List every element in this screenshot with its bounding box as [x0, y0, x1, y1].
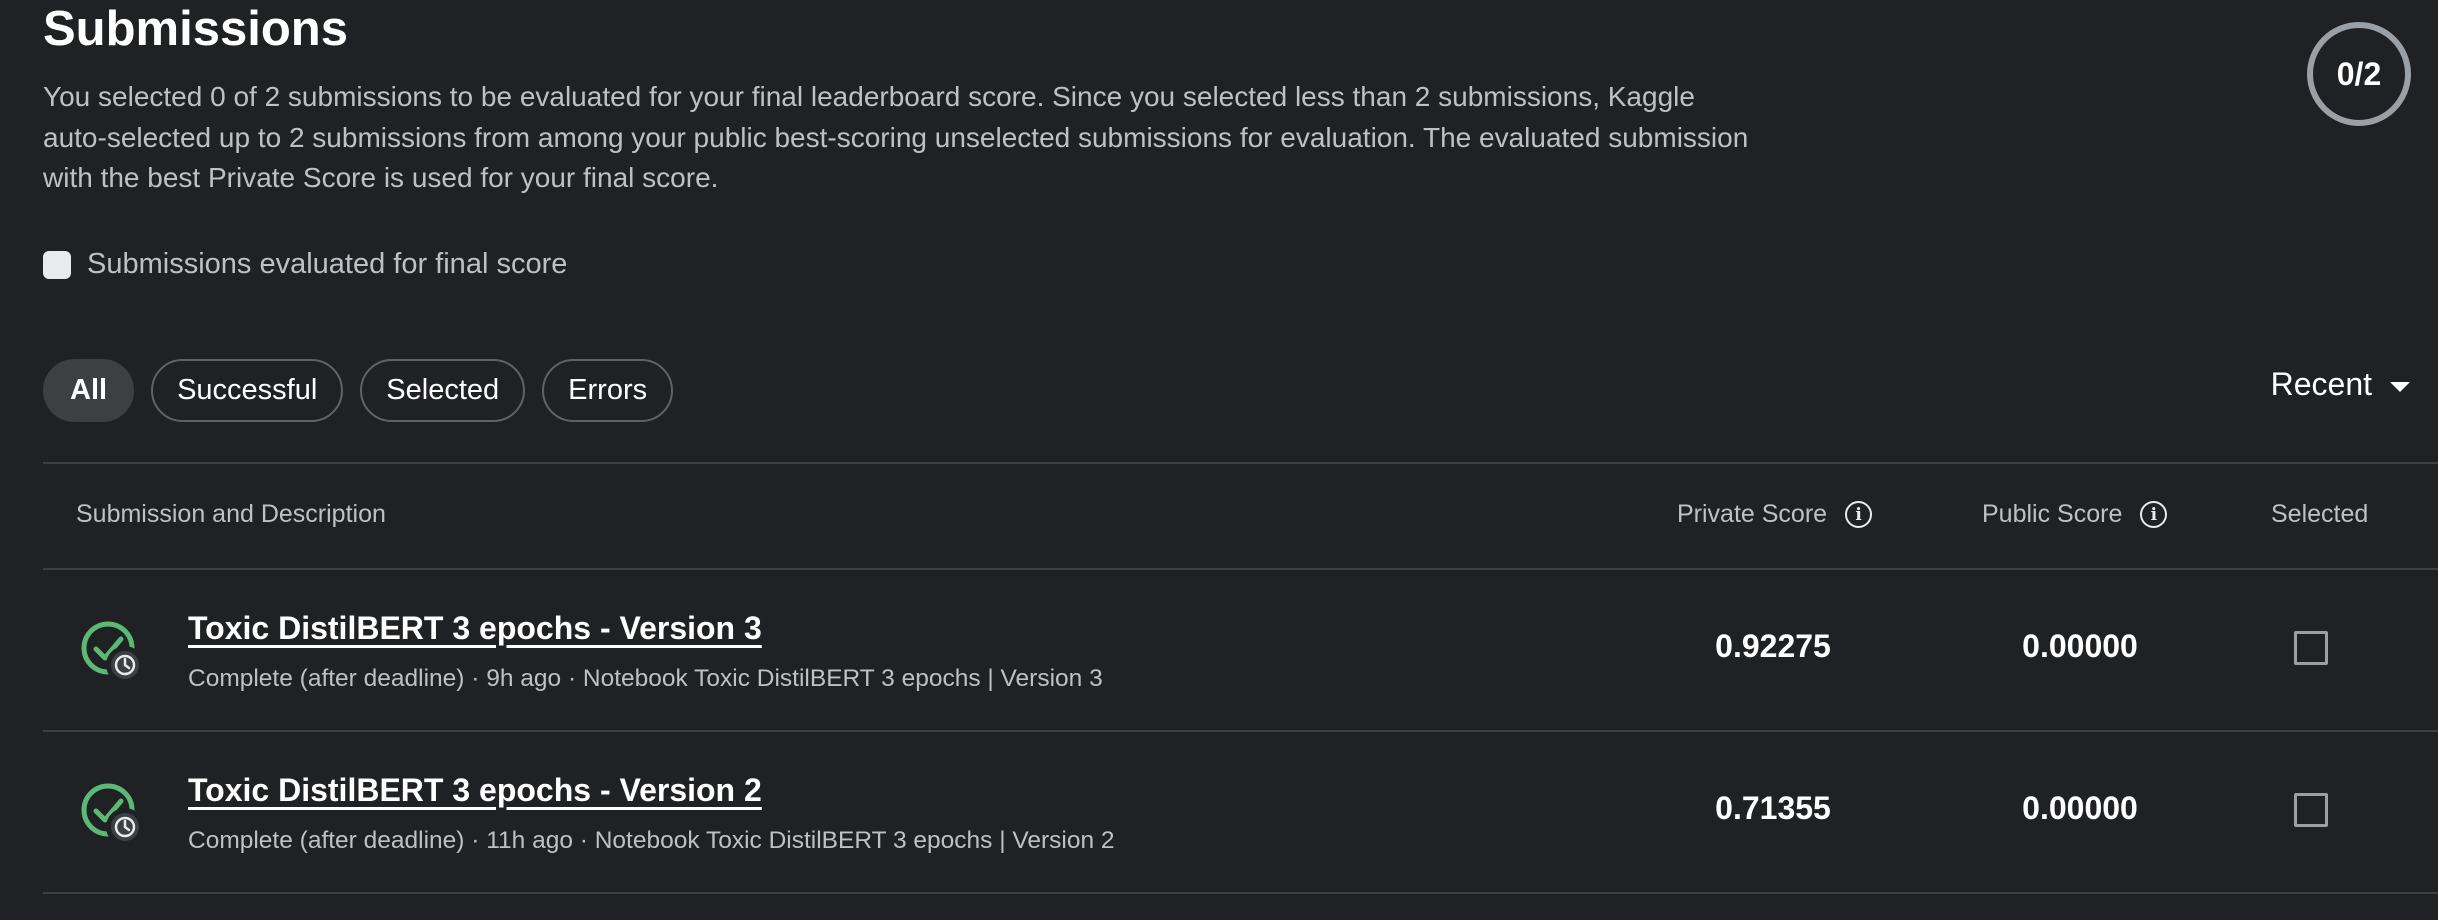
chip-all[interactable]: All: [43, 359, 135, 422]
submission-meta: Complete (after deadline) · 11h ago · No…: [188, 827, 1115, 854]
submissions-description: You selected 0 of 2 submissions to be ev…: [43, 81, 1749, 193]
submission-title-link[interactable]: Toxic DistilBERT 3 epochs - Version 2: [188, 772, 762, 809]
selection-counter: 0/2: [2307, 22, 2411, 126]
eval-filter-row[interactable]: Submissions evaluated for final score: [43, 248, 567, 281]
submission-title-link[interactable]: Toxic DistilBERT 3 epochs - Version 3: [188, 610, 762, 647]
column-header-submission: Submission and Description: [76, 500, 386, 528]
filter-chips: All Successful Selected Errors: [43, 359, 674, 422]
chip-selected[interactable]: Selected: [360, 359, 526, 422]
private-score: 0.92275: [1715, 628, 1831, 664]
sort-dropdown[interactable]: Recent: [2271, 366, 2410, 403]
chip-successful[interactable]: Successful: [151, 359, 344, 422]
chip-errors[interactable]: Errors: [542, 359, 674, 422]
divider: [43, 892, 2438, 894]
select-submission-checkbox[interactable]: [2294, 793, 2328, 827]
public-score: 0.00000: [2022, 790, 2138, 826]
table-row: Toxic DistilBERT 3 epochs - Version 2 Co…: [43, 732, 2438, 892]
private-score: 0.71355: [1715, 790, 1831, 826]
table-row: Toxic DistilBERT 3 epochs - Version 3 Co…: [43, 570, 2438, 730]
submission-meta: Complete (after deadline) · 9h ago · Not…: [188, 665, 1103, 692]
caret-down-icon: [2390, 381, 2410, 392]
page-title: Submissions: [43, 2, 348, 56]
select-submission-checkbox[interactable]: [2294, 631, 2328, 665]
submissions-page: Submissions You selected 0 of 2 submissi…: [0, 0, 2438, 920]
column-header-private-score: Private Score i: [1677, 500, 1873, 529]
column-header-public-score: Public Score i: [1982, 500, 2168, 529]
check-circle-with-clock-icon: [81, 621, 144, 684]
sort-label: Recent: [2270, 366, 2372, 402]
public-score: 0.00000: [2022, 628, 2138, 664]
eval-filter-label: Submissions evaluated for final score: [87, 248, 568, 280]
info-icon[interactable]: i: [1845, 501, 1873, 528]
column-header-selected: Selected: [2271, 500, 2369, 528]
eval-filter-checkbox[interactable]: [43, 250, 71, 279]
check-circle-with-clock-icon: [81, 783, 144, 846]
divider: [43, 462, 2438, 464]
info-icon[interactable]: i: [2140, 501, 2168, 528]
